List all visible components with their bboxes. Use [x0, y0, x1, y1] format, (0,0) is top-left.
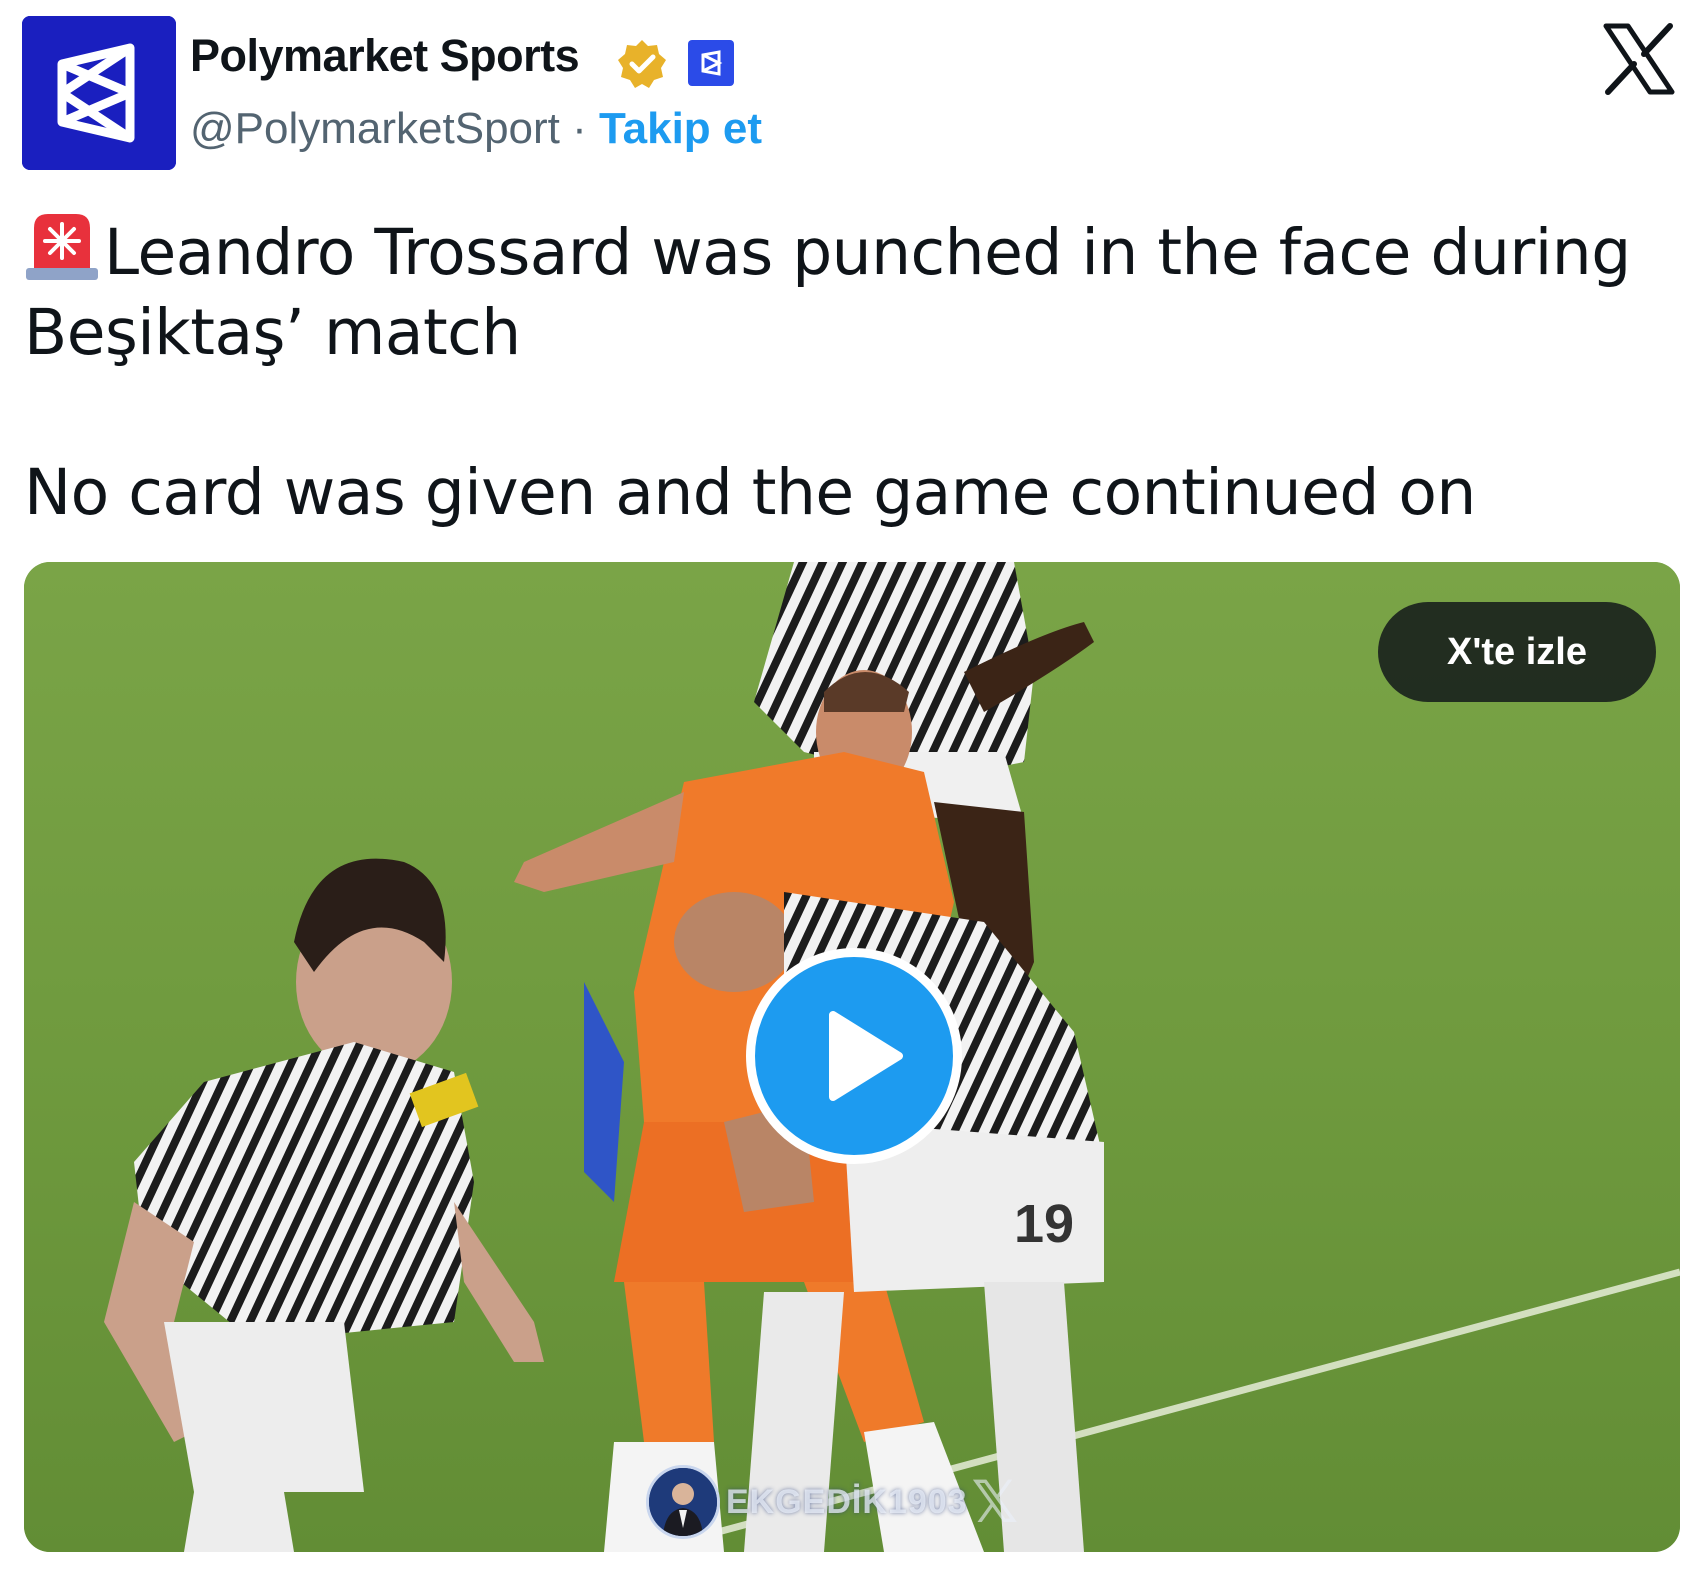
affiliate-badge-icon[interactable]: [688, 40, 734, 86]
watch-on-x-button[interactable]: X'te izle: [1378, 602, 1656, 702]
watermark-avatar: [646, 1465, 720, 1539]
jersey-number: 19: [1014, 1194, 1074, 1254]
rotating-light-siren-icon: [24, 210, 100, 282]
author-handle[interactable]: @PolymarketSport: [190, 104, 560, 153]
author-name[interactable]: Polymarket Sports: [190, 30, 580, 82]
verified-badge-icon: [616, 38, 668, 90]
author-handle-row: @PolymarketSport · Takip et: [190, 104, 762, 154]
tweet-card: Polymarket Sports @PolymarketSport · Tak…: [0, 0, 1700, 1577]
author-avatar[interactable]: [22, 16, 176, 170]
tweet-line-1: Leandro Trossard was punched in the face…: [24, 210, 1644, 373]
play-icon: [829, 1011, 903, 1101]
tweet-text: Leandro Trossard was punched in the face…: [24, 210, 1644, 533]
polymarket-logo-icon: [22, 16, 176, 170]
watermark-text: EKGEDİK1903: [726, 1482, 968, 1521]
tweet-line-2: No card was given and the game continued…: [24, 456, 1476, 529]
tweet-line-1-text: Leandro Trossard was punched in the face…: [24, 216, 1631, 369]
video-media[interactable]: 19 X'te izle EKGEDİK1903 𝕏: [24, 562, 1680, 1552]
video-watermark: EKGEDİK1903 𝕏: [646, 1462, 1018, 1542]
play-button[interactable]: [746, 948, 962, 1164]
separator-dot: ·: [559, 104, 600, 153]
x-logo-icon[interactable]: [1600, 20, 1678, 98]
follow-button[interactable]: Takip et: [599, 104, 762, 153]
watermark-x-icon: 𝕏: [971, 1470, 1019, 1535]
